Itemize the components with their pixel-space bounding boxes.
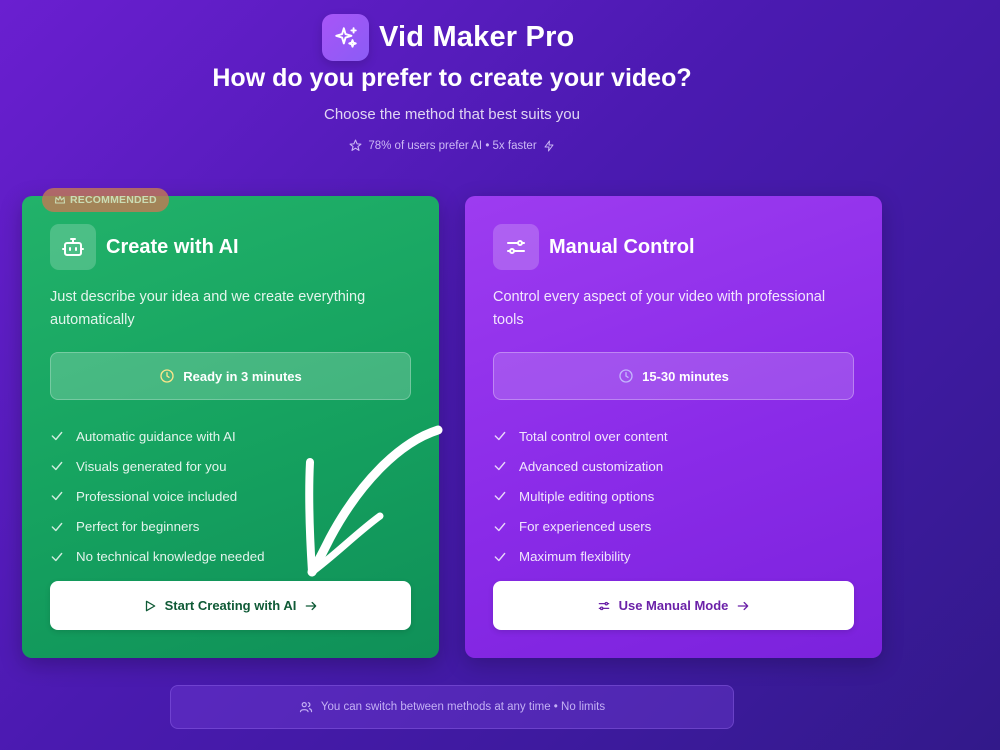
feature-label: Visuals generated for you	[76, 458, 227, 474]
ai-time-label: Ready in 3 minutes	[183, 368, 302, 384]
check-icon	[51, 522, 63, 531]
feature-label: Multiple editing options	[519, 488, 655, 504]
feature-label: Advanced customization	[519, 458, 664, 474]
use-manual-button[interactable]: Use Manual Mode	[493, 581, 854, 630]
brand: Vid Maker Pro	[322, 14, 574, 61]
users-icon	[299, 702, 313, 713]
manual-card-description: Control every aspect of your video with …	[493, 289, 826, 328]
star-icon	[349, 139, 362, 151]
manual-card-header: Manual Control	[493, 224, 854, 270]
sliders-icon	[493, 224, 539, 270]
page-title: How do you prefer to create your video?	[212, 64, 692, 92]
ai-card-header: Create with AI	[50, 224, 411, 270]
list-item: For experienced users	[493, 512, 854, 542]
sparkles-icon	[322, 14, 369, 61]
check-icon	[494, 552, 506, 562]
ai-time-estimate: Ready in 3 minutes	[50, 352, 411, 400]
arrow-right-icon	[738, 601, 749, 610]
usage-stat-text: 78% of users prefer AI • 5x faster	[368, 139, 537, 152]
list-item: Maximum flexibility	[493, 542, 854, 572]
list-item: Total control over content	[493, 421, 854, 451]
clock-icon	[160, 369, 174, 383]
manual-time-label: 15-30 minutes	[642, 368, 729, 384]
brand-name: Vid Maker Pro	[379, 21, 575, 53]
usage-stat: 78% of users prefer AI • 5x faster	[0, 139, 904, 152]
clock-icon	[619, 369, 633, 383]
crown-icon	[54, 195, 66, 204]
check-icon	[51, 552, 63, 562]
feature-label: Professional voice included	[76, 488, 238, 504]
list-item: Advanced customization	[493, 451, 854, 481]
feature-label: Maximum flexibility	[519, 549, 631, 565]
check-icon	[494, 522, 506, 531]
feature-label: For experienced users	[519, 519, 652, 535]
check-icon	[51, 492, 63, 501]
bot-icon	[50, 224, 96, 270]
sliders-icon	[598, 601, 609, 610]
check-icon	[494, 462, 506, 471]
use-manual-button-label: Use Manual Mode	[618, 598, 729, 613]
check-icon	[494, 492, 506, 501]
feature-label: Total control over content	[519, 428, 668, 444]
zap-icon	[544, 140, 554, 151]
play-icon	[145, 600, 155, 611]
page-subtitle: Choose the method that best suits you	[324, 106, 580, 123]
hand-drawn-arrow-icon	[305, 425, 443, 577]
manual-option-card[interactable]: Manual Control Control every aspect of y…	[465, 196, 882, 658]
feature-label: Perfect for beginners	[76, 519, 200, 535]
start-ai-button-label: Start Creating with AI	[164, 598, 297, 613]
manual-feature-list: Total control over content Advanced cust…	[493, 421, 854, 572]
recommended-badge-label: RECOMMENDED	[70, 194, 157, 206]
check-icon	[494, 431, 506, 441]
footer-note-text: You can switch between methods at any ti…	[320, 701, 606, 713]
manual-time-estimate: 15-30 minutes	[493, 352, 854, 400]
ai-card-description: Just describe your idea and we create ev…	[50, 289, 366, 328]
ai-card-title: Create with AI	[106, 235, 239, 258]
manual-card-title: Manual Control	[549, 235, 695, 258]
arrow-right-icon	[306, 601, 317, 610]
recommended-badge: RECOMMENDED	[42, 188, 169, 212]
footer-note: You can switch between methods at any ti…	[170, 685, 734, 729]
feature-label: No technical knowledge needed	[76, 549, 265, 565]
check-icon	[51, 431, 63, 441]
list-item: Multiple editing options	[493, 481, 854, 511]
feature-label: Automatic guidance with AI	[76, 428, 236, 444]
check-icon	[51, 462, 63, 471]
